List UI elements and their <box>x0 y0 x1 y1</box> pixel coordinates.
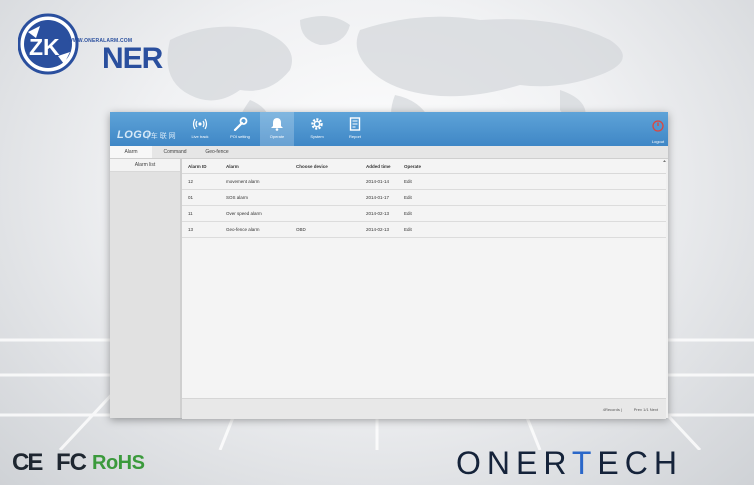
alarm-table: Alarm ID Alarm Choose device Added time … <box>182 159 666 238</box>
edit-link[interactable]: Edit <box>404 189 666 206</box>
zkoner-logo: ZK WWW.ONERALARM.COM NER <box>18 12 163 77</box>
nav-poi-setting[interactable]: POI setting <box>223 112 257 146</box>
cell-alarm: SOS alarm <box>226 189 296 206</box>
table-row: 01 SOS alarm 2014-01-17 Edit <box>182 189 666 206</box>
app-window: LOGO | 车 联 网 Live track POI setting Oper… <box>110 112 668 419</box>
scroll-up-arrow-icon[interactable] <box>663 159 666 165</box>
bell-icon <box>271 118 283 131</box>
wordmark-accent: T <box>571 445 598 481</box>
col-added-time: Added time <box>366 159 404 174</box>
nav-label: Report <box>348 134 361 139</box>
nav-label: Live track <box>191 134 209 139</box>
edit-link[interactable]: Edit <box>404 205 666 222</box>
cell-alarm: movement alarm <box>226 173 296 190</box>
nav-operate[interactable]: Operate <box>260 112 294 146</box>
cell-alarm-id: 11 <box>182 205 226 222</box>
pagination-footer: 4Records | Prev 1/1 Next <box>182 398 666 419</box>
rohs-mark: RoHS <box>92 452 145 474</box>
cell-added-time: 2014-01-14 <box>366 173 404 190</box>
gear-icon <box>311 118 323 130</box>
power-icon <box>652 120 664 132</box>
logout-button[interactable]: Logout <box>650 119 666 144</box>
col-operate: Operate <box>404 159 666 174</box>
col-alarm: Alarm <box>226 159 296 174</box>
cell-alarm: Over speed alarm <box>226 205 296 222</box>
document-icon <box>349 117 361 131</box>
wordmark-part: ONER <box>456 445 572 481</box>
tab-geo-fence[interactable]: Geo-fence <box>196 146 238 158</box>
tab-alarm[interactable]: Alarm <box>110 146 152 158</box>
cell-device <box>296 173 366 190</box>
tab-bar: Alarm Command Geo-fence <box>110 146 668 159</box>
nav-live-track[interactable]: Live track <box>183 112 217 146</box>
edit-link[interactable]: Edit <box>404 173 666 190</box>
cell-alarm-id: 01 <box>182 189 226 206</box>
records-count: 4Records | <box>602 407 622 412</box>
cell-device <box>296 205 366 222</box>
brand-wordmark: NER <box>102 42 163 75</box>
signal-icon <box>192 118 208 130</box>
nav-system[interactable]: System <box>300 112 334 146</box>
fcc-mark: FC <box>56 449 87 476</box>
onertech-wordmark: ONERTECH <box>456 445 683 482</box>
tab-command[interactable]: Command <box>154 146 196 158</box>
ce-mark: CE <box>12 449 43 476</box>
wordmark-part: ECH <box>597 445 683 481</box>
wrench-icon <box>233 117 248 131</box>
col-choose-device: Choose device <box>296 159 366 174</box>
nav-report[interactable]: Report <box>338 112 372 146</box>
app-logo-subtitle: | 车 联 网 <box>147 133 176 140</box>
cell-added-time: 2014-02-13 <box>366 221 404 238</box>
nav-label: POI setting <box>230 134 250 139</box>
sidebar-item-alarm-list[interactable]: Alarm list <box>110 159 180 172</box>
col-alarm-id: Alarm ID <box>182 159 226 174</box>
alarm-table-panel: Alarm ID Alarm Choose device Added time … <box>182 159 666 418</box>
logout-label: Logout <box>651 139 665 144</box>
cell-added-time: 2014-01-17 <box>366 189 404 206</box>
sidebar: Alarm list <box>110 159 182 418</box>
nav-label: System <box>310 134 324 139</box>
cell-alarm: Geo-fence alarm <box>226 221 296 238</box>
cell-alarm-id: 13 <box>182 221 226 238</box>
table-row: 11 Over speed alarm 2014-02-13 Edit <box>182 205 666 222</box>
pager-controls[interactable]: Prev 1/1 Next <box>634 407 658 412</box>
nav-label: Operate <box>269 134 285 139</box>
cell-device <box>296 189 366 206</box>
top-navbar: LOGO | 车 联 网 Live track POI setting Oper… <box>110 112 668 146</box>
cell-alarm-id: 12 <box>182 173 226 190</box>
table-header-row: Alarm ID Alarm Choose device Added time … <box>182 159 666 174</box>
cell-added-time: 2014-02-13 <box>366 205 404 222</box>
edit-link[interactable]: Edit <box>404 221 666 238</box>
table-row: 13 Geo-fence alarm OBD 2014-02-13 Edit <box>182 221 666 238</box>
cell-device: OBD <box>296 221 366 238</box>
logo-zk-text: ZK <box>29 34 60 60</box>
table-row: 12 movement alarm 2014-01-14 Edit <box>182 173 666 190</box>
